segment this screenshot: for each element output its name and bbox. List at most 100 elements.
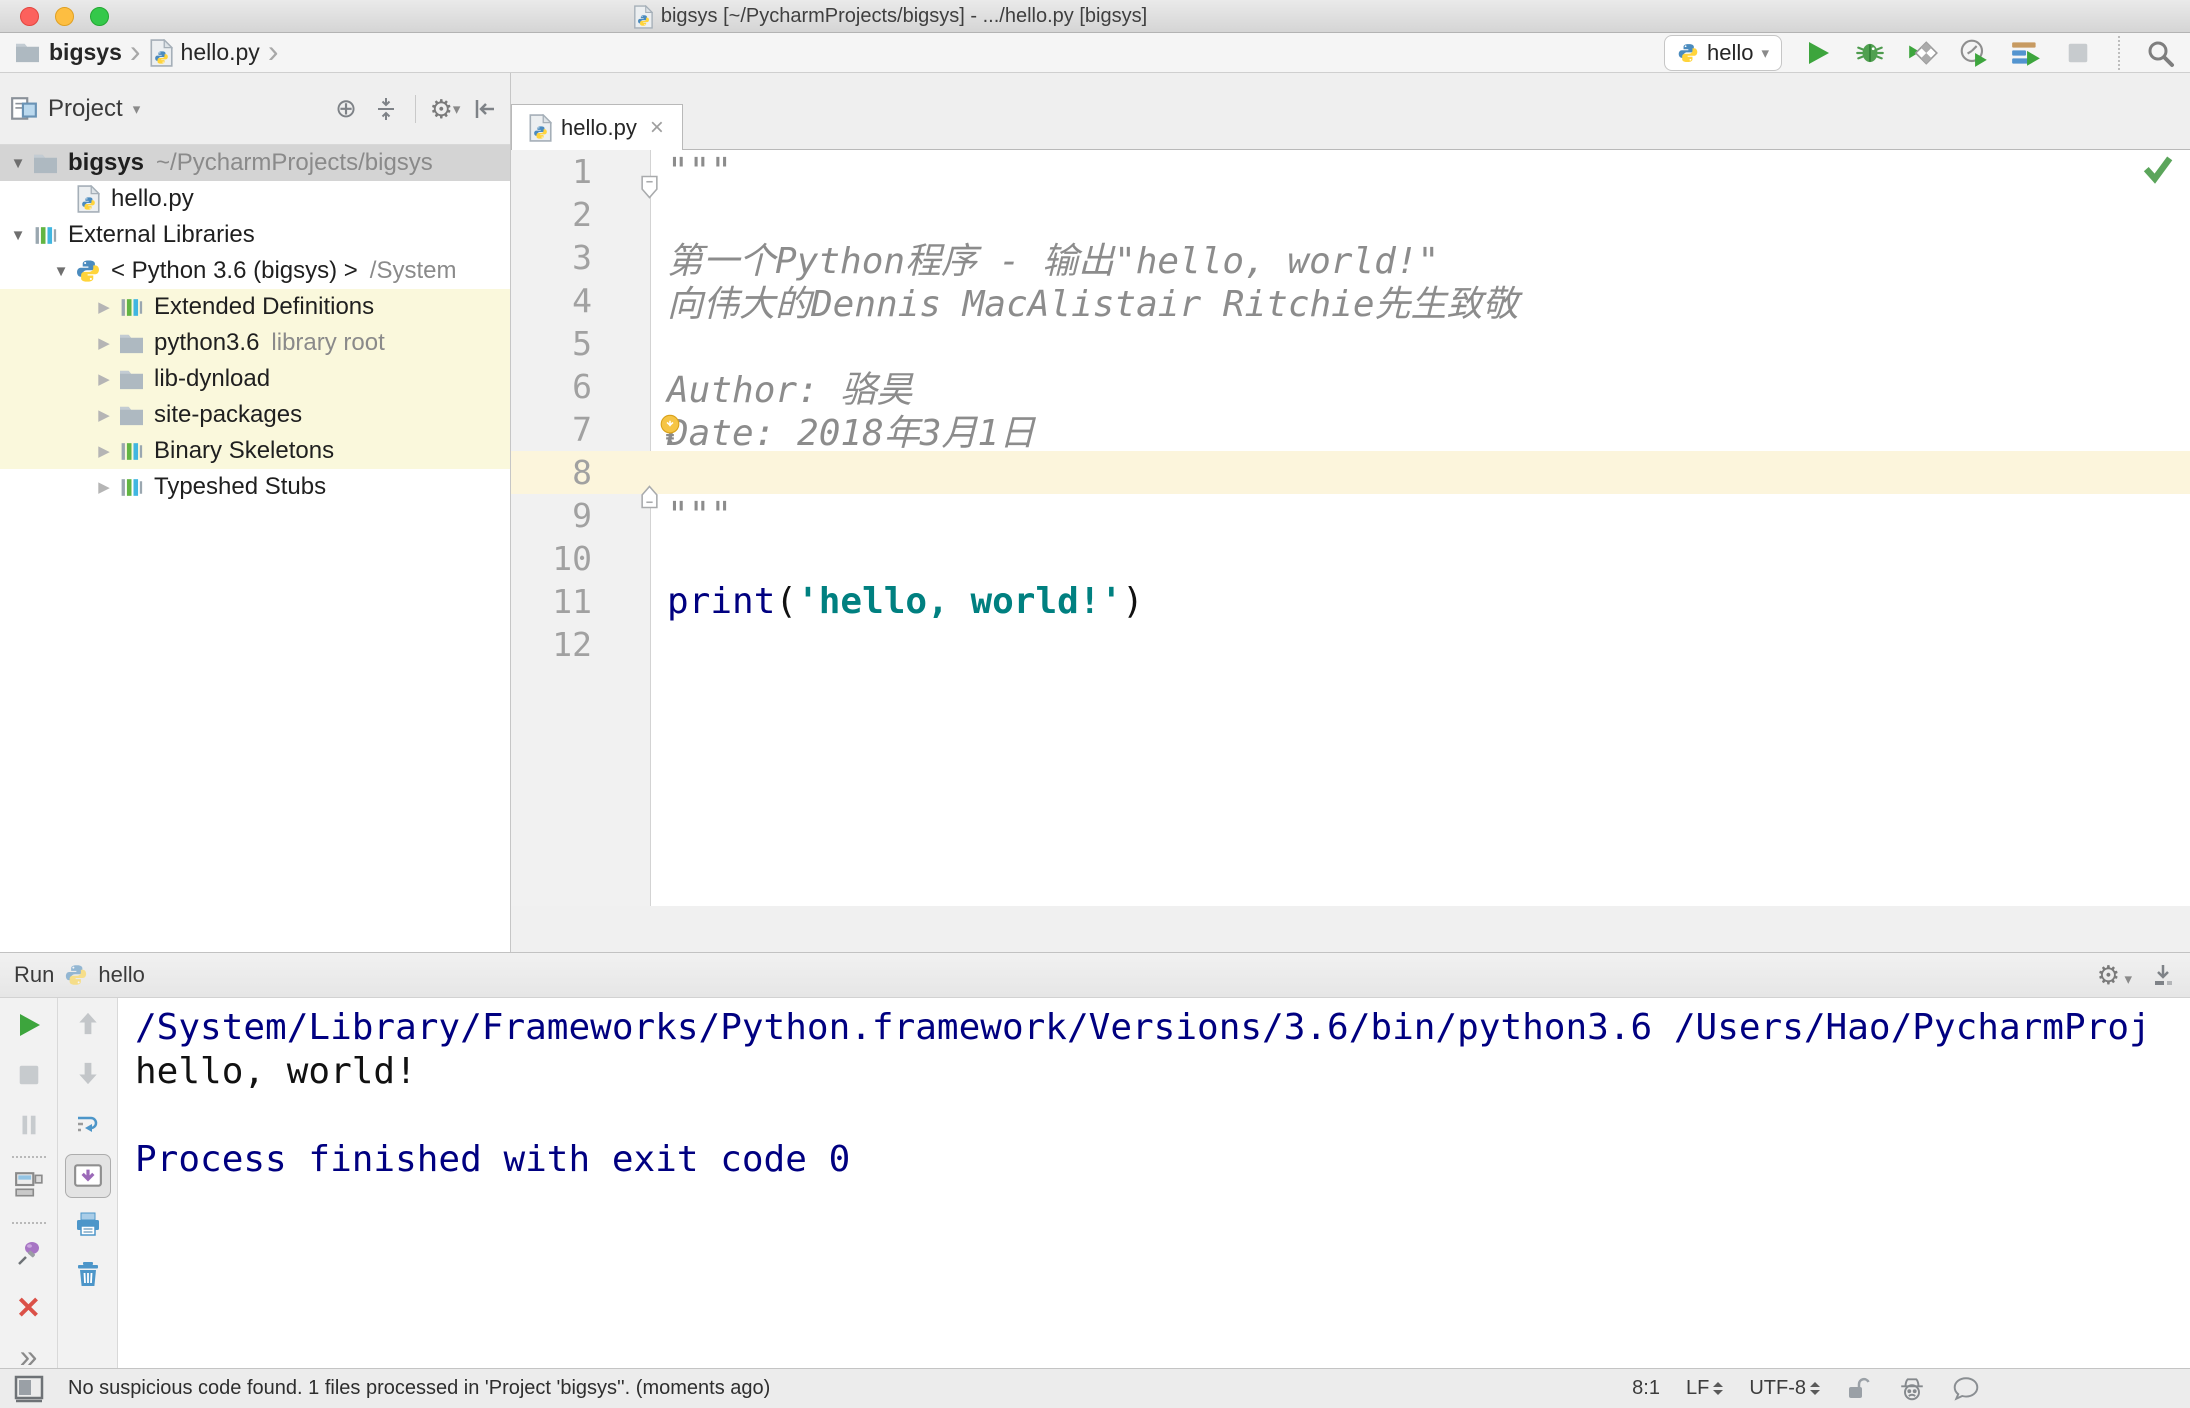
profiler-button[interactable] (1958, 37, 1990, 69)
run-with-coverage-button[interactable] (1906, 37, 1938, 69)
run-configuration-select[interactable]: hello ▾ (1663, 34, 1782, 71)
run-panel-settings-button[interactable]: ⚙ ▾ (2097, 962, 2132, 989)
tree-item-label: Binary Skeletons (154, 437, 335, 464)
code-line-4: 4 向伟大的Dennis MacAlistair Ritchie先生致敬 (511, 279, 2190, 325)
collapse-all-button[interactable] (371, 94, 401, 124)
locate-file-button[interactable]: ⊕ (331, 93, 361, 124)
editor-scroll-area (511, 906, 2190, 952)
print-console-button[interactable] (74, 1210, 102, 1238)
collapsed-arrow-icon[interactable]: ▶ (92, 478, 116, 496)
concurrency-diagram-button[interactable] (2010, 37, 2042, 69)
pin-tab-button[interactable] (15, 1238, 43, 1266)
tree-item-bigsys[interactable]: ▼ bigsys ~/PycharmProjects/bigsys (0, 145, 510, 181)
expanded-arrow-icon[interactable]: ▼ (6, 155, 30, 172)
rerun-button[interactable] (15, 1011, 43, 1039)
tree-item-external-libraries[interactable]: ▼ External Libraries (0, 217, 510, 253)
toolwindow-toggle-icon[interactable] (14, 1375, 44, 1403)
breadcrumb-file[interactable]: hello.py (181, 39, 260, 66)
line-separator-widget[interactable]: LF (1686, 1377, 1724, 1400)
run-panel-config-label: hello (98, 962, 145, 987)
console-line: /System/Library/Frameworks/Python.framew… (135, 1007, 2151, 1048)
code-line-2: 2 (511, 193, 2190, 236)
tree-item-extended-definitions[interactable]: ▶ Extended Definitions (0, 289, 510, 325)
line-number: 9 (572, 496, 592, 535)
line-number: 7 (572, 410, 592, 449)
scroll-to-end-button[interactable] (64, 1154, 111, 1198)
tree-item-hello-py[interactable]: hello.py (0, 181, 510, 217)
line-number: 10 (552, 539, 592, 578)
tree-item-python3-6[interactable]: ▶ python3.6 library root (0, 325, 510, 361)
console-output[interactable]: /System/Library/Frameworks/Python.framew… (118, 998, 2190, 1368)
pause-output-button[interactable] (16, 1112, 42, 1138)
hide-panel-button[interactable] (470, 94, 500, 124)
chevron-down-icon[interactable]: ▾ (133, 100, 141, 118)
python-file-icon (633, 4, 653, 29)
editor-tab-bar: hello.py × (511, 73, 2190, 150)
collapsed-arrow-icon[interactable]: ▶ (92, 406, 116, 424)
soft-wrap-button[interactable] (74, 1110, 102, 1138)
expanded-arrow-icon[interactable]: ▼ (6, 227, 30, 244)
breadcrumb: bigsys › hello.py › (0, 35, 278, 71)
search-everywhere-button[interactable] (2144, 37, 2176, 69)
hide-run-panel-button[interactable] (2150, 962, 2176, 988)
tree-item-site-packages[interactable]: ▶ site-packages (0, 397, 510, 433)
collapsed-arrow-icon[interactable]: ▶ (92, 298, 116, 316)
close-panel-button[interactable]: ✕ (16, 1294, 41, 1324)
folder-icon (30, 152, 60, 175)
toolbar-separator (415, 94, 416, 123)
folder-icon (116, 404, 146, 427)
tab-hello-py[interactable]: hello.py × (511, 104, 683, 150)
collapsed-arrow-icon[interactable]: ▶ (92, 442, 116, 460)
code-text: 向伟大的Dennis MacAlistair Ritchie先生致敬 (667, 283, 1519, 325)
intention-bulb-icon[interactable] (659, 413, 681, 449)
line-number: 11 (552, 582, 592, 621)
toolbar-separator (2118, 35, 2120, 70)
title-bar: bigsys [~/PycharmProjects/bigsys] - .../… (0, 0, 2190, 33)
clear-console-button[interactable] (74, 1260, 102, 1288)
code-text: """ (667, 495, 733, 536)
prev-occurrence-button[interactable] (74, 1010, 101, 1037)
breadcrumb-project[interactable]: bigsys (49, 39, 122, 66)
run-toolbar-right (58, 998, 118, 1368)
library-icon (30, 223, 60, 248)
library-icon (116, 439, 146, 464)
fold-marker-icon[interactable] (639, 484, 660, 515)
main-area: Project ▾ ⊕ ⚙ ▾ ▼ bigsys ~/PycharmProjects… (0, 73, 2190, 952)
line-number: 5 (572, 324, 592, 363)
tree-item-typeshed-stubs[interactable]: ▶ Typeshed Stubs (0, 469, 510, 505)
tab-label: hello.py (561, 114, 637, 140)
encoding-widget[interactable]: UTF-8 (1749, 1377, 1820, 1400)
collapsed-arrow-icon[interactable]: ▶ (92, 370, 116, 388)
restore-layout-button[interactable] (14, 1170, 44, 1200)
debug-button[interactable] (1854, 37, 1886, 69)
close-tab-icon[interactable]: × (650, 114, 664, 142)
hector-inspector-icon[interactable] (1898, 1375, 1926, 1403)
run-button[interactable] (1802, 37, 1834, 69)
code-editor[interactable]: 1 """ 2 3 第一个Python程序 - 输出"hello, world!" 4 向伟… (511, 150, 2190, 906)
tree-item-label: Extended Definitions (154, 293, 375, 320)
expanded-arrow-icon[interactable]: ▼ (49, 263, 73, 280)
tree-item-lib-dynload[interactable]: ▶ lib-dynload (0, 361, 510, 397)
stop-process-button[interactable] (16, 1062, 42, 1088)
code-line-1: 1 """ (511, 150, 2190, 199)
fold-marker-icon[interactable] (639, 174, 660, 205)
line-number: 12 (552, 625, 592, 664)
collapsed-arrow-icon[interactable]: ▶ (92, 334, 116, 352)
inspection-ok-icon[interactable] (2142, 152, 2174, 184)
tree-item-binary-skeletons[interactable]: ▶ Binary Skeletons (0, 433, 510, 469)
panel-settings-button[interactable]: ⚙ ▾ (430, 94, 461, 124)
tree-item-label: bigsys (68, 149, 145, 176)
stop-button[interactable] (2062, 37, 2094, 69)
tree-item-python-3-6-bigsys[interactable]: ▼ < Python 3.6 (bigsys) > /System (0, 253, 510, 289)
event-log-bubble-icon[interactable] (1952, 1375, 1980, 1403)
code-line-6: 6 Author: 骆昊 (511, 365, 2190, 411)
project-panel-title[interactable]: Project (48, 95, 123, 123)
run-toolbar-left: ✕ » (0, 998, 58, 1372)
code-text: Date: 2018年3月1日 (667, 412, 1036, 454)
line-number: 2 (572, 195, 592, 234)
folder-icon (14, 41, 41, 64)
next-occurrence-button[interactable] (74, 1060, 101, 1087)
caret-position-widget[interactable]: 8:1 (1632, 1377, 1660, 1400)
unlock-icon[interactable] (1846, 1376, 1872, 1402)
